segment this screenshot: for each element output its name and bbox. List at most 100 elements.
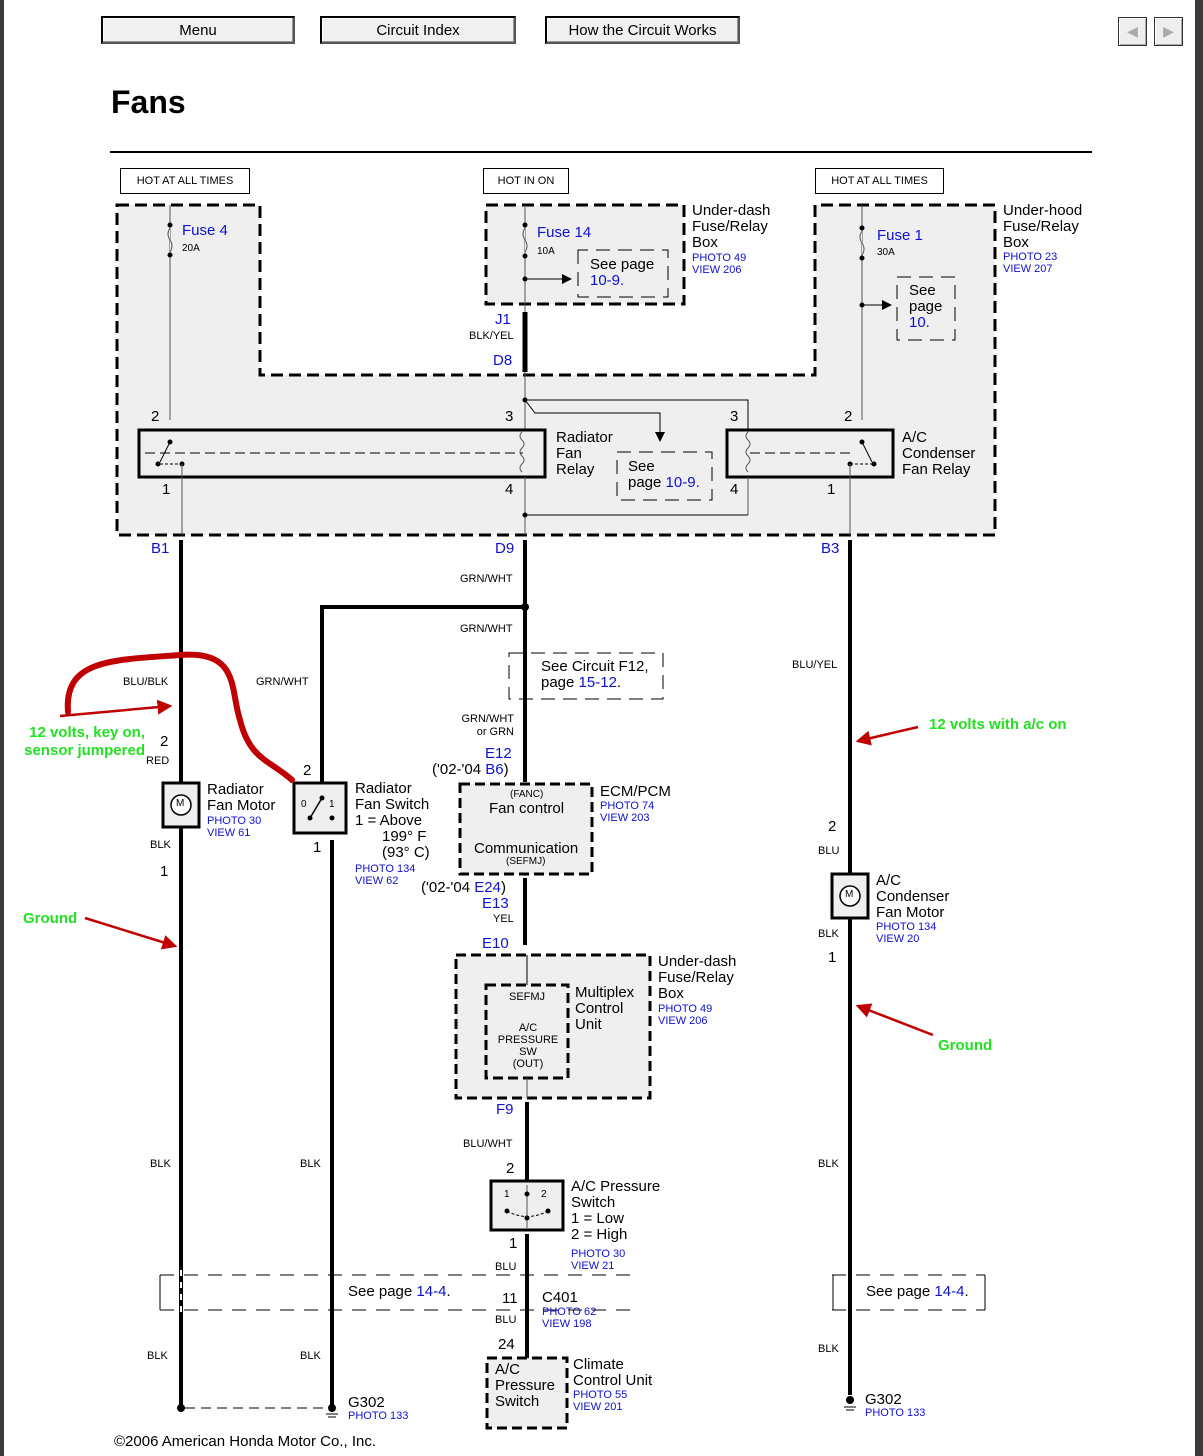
label-line: Switch <box>571 1194 616 1211</box>
pin-label: 2 <box>151 408 160 425</box>
page-15-12-link[interactable]: 15-12 <box>579 674 617 691</box>
view-link[interactable]: VIEW 61 <box>207 827 250 839</box>
pin-label: 2 <box>828 818 837 835</box>
switch-pos-0: 0 <box>301 799 307 810</box>
photo-link[interactable]: PHOTO 55 <box>573 1389 627 1401</box>
pin-label: 2 <box>844 408 853 425</box>
radiator-fan-motor-photo[interactable]: PHOTO 30 VIEW 61 <box>207 815 261 839</box>
photo-link[interactable]: PHOTO 49 <box>692 252 746 264</box>
wire-grn-wht: GRN/WHT <box>460 573 513 585</box>
climate-control-inner: A/C Pressure Switch <box>495 1362 555 1410</box>
pin-label: 4 <box>730 481 739 498</box>
photo-link[interactable]: PHOTO 30 <box>207 815 261 827</box>
label-line: Radiator <box>556 429 613 446</box>
photo-link[interactable]: PHOTO 134 <box>355 863 415 875</box>
view-link[interactable]: VIEW 198 <box>542 1318 592 1330</box>
mcu-ac-pressure-sw: A/C PRESSURE SW (OUT) <box>488 1022 568 1070</box>
fuse4-label: Fuse 4 <box>182 222 228 239</box>
label-line: Under-hood <box>1003 202 1083 219</box>
arrow-right-volts <box>855 725 919 746</box>
ac-pressure-switch-photo[interactable]: PHOTO 30 VIEW 21 <box>571 1248 625 1272</box>
underhood-photo-link[interactable]: PHOTO 23 VIEW 207 <box>1003 251 1057 275</box>
fuse14-label: Fuse 14 <box>537 224 592 241</box>
view-link[interactable]: VIEW 207 <box>1003 263 1053 275</box>
c401-photo[interactable]: PHOTO 62 VIEW 198 <box>542 1306 596 1330</box>
view-link[interactable]: VIEW 201 <box>573 1401 623 1413</box>
label-line: A/C <box>902 429 928 446</box>
wire-blk: BLK <box>818 1343 839 1355</box>
wire-blu: BLU <box>495 1314 517 1326</box>
arrow-left-ground <box>84 916 178 950</box>
switch-pos-1: 1 <box>504 1189 510 1200</box>
pin-label: 1 <box>828 949 837 966</box>
page-14-4-link[interactable]: 14-4 <box>416 1283 446 1300</box>
photo-link[interactable]: PHOTO 134 <box>876 921 936 933</box>
see-page-10-9-link[interactable]: 10-9. <box>666 474 700 491</box>
view-link[interactable]: VIEW 206 <box>692 264 742 276</box>
connector-d8: D8 <box>493 352 513 369</box>
page-14-4-link[interactable]: 14-4 <box>934 1283 964 1300</box>
wire-blu: BLU <box>495 1261 517 1273</box>
view-link[interactable]: VIEW 203 <box>600 812 650 824</box>
ecm-photo[interactable]: PHOTO 74 VIEW 203 <box>600 800 654 824</box>
ac-condenser-motor-photo[interactable]: PHOTO 134 VIEW 20 <box>876 921 936 945</box>
view-link[interactable]: VIEW 20 <box>876 933 919 945</box>
photo-link[interactable]: PHOTO 49 <box>658 1003 712 1015</box>
connector-j1: J1 <box>495 311 511 328</box>
wire-blk: BLK <box>300 1158 321 1170</box>
pin-label: 3 <box>730 408 739 425</box>
annotation-ground-left: Ground <box>23 910 78 927</box>
wire-blu-wht: BLU/WHT <box>463 1138 513 1150</box>
label-line: Radiator <box>355 780 412 797</box>
switch-pos-2: 2 <box>541 1189 547 1200</box>
photo-link[interactable]: PHOTO 74 <box>600 800 654 812</box>
label-line: Control <box>575 1000 624 1017</box>
view-link[interactable]: VIEW 21 <box>571 1260 614 1272</box>
mcu-photo[interactable]: PHOTO 49 VIEW 206 <box>658 1003 712 1027</box>
photo-link[interactable]: PHOTO 62 <box>542 1306 596 1318</box>
ground-right-photo[interactable]: PHOTO 133 <box>865 1408 925 1419</box>
label-line: 1 = Low <box>571 1210 624 1227</box>
ac-condenser-fan-relay-label: A/C Condenser Fan Relay <box>902 430 975 478</box>
page-label: page <box>909 298 943 315</box>
view-link[interactable]: VIEW 62 <box>355 875 398 887</box>
radiator-fan-switch-photo[interactable]: PHOTO 134 VIEW 62 <box>355 863 415 887</box>
hot-in-on: HOT IN ON <box>483 168 569 194</box>
label-line: (OUT) <box>512 1058 544 1070</box>
pin-label: 4 <box>505 481 514 498</box>
see-label: See <box>909 282 936 299</box>
see-circuit-f12: See Circuit F12, page 15-12. <box>541 659 649 691</box>
pin-label: 1 <box>509 1235 518 1252</box>
pin-label: 24 <box>498 1336 515 1353</box>
label-line: 12 volts, key on, <box>29 724 145 741</box>
photo-link[interactable]: PHOTO 30 <box>571 1248 625 1260</box>
view-link[interactable]: VIEW 206 <box>658 1015 708 1027</box>
wire-blk: BLK <box>150 1158 171 1170</box>
label-line: Box <box>1003 234 1029 251</box>
annotation-12v-key-on: 12 volts, key on, sensor jumpered <box>15 724 145 760</box>
pin-label: 1 <box>162 481 171 498</box>
connector-f9: F9 <box>496 1101 514 1118</box>
wire-blk-yel: BLK/YEL <box>469 330 514 342</box>
fuse1-label: Fuse 1 <box>877 227 923 244</box>
ground-g302-left: G302 <box>348 1394 385 1411</box>
pin-label: 1 <box>827 481 836 498</box>
label-line: E24 <box>474 879 501 896</box>
ground-g302-right: G302 <box>865 1391 902 1408</box>
see-page-10-link[interactable]: 10. <box>909 315 930 330</box>
motor-icon: M <box>845 889 854 900</box>
see-page-10-9-link[interactable]: 10-9. <box>590 273 624 288</box>
wire-grn-wht-or-grn: GRN/WHT or GRN <box>440 713 514 739</box>
underdash-photo-link[interactable]: PHOTO 49 VIEW 206 <box>692 252 746 276</box>
climate-control-photo[interactable]: PHOTO 55 VIEW 201 <box>573 1389 627 1413</box>
photo-link[interactable]: PHOTO 23 <box>1003 251 1057 263</box>
label-line: . <box>616 674 622 691</box>
label-line: sensor jumpered <box>24 742 145 759</box>
ecm-pcm-label: ECM/PCM <box>600 783 671 800</box>
label-line: Fan Motor <box>876 904 945 921</box>
label-line: B6 <box>485 761 504 778</box>
label-line: Fan Relay <box>902 461 971 478</box>
label-line: Pressure <box>495 1377 556 1394</box>
climate-control-unit-label: Climate Control Unit <box>573 1357 652 1389</box>
ground-left-photo[interactable]: PHOTO 133 <box>348 1411 408 1422</box>
